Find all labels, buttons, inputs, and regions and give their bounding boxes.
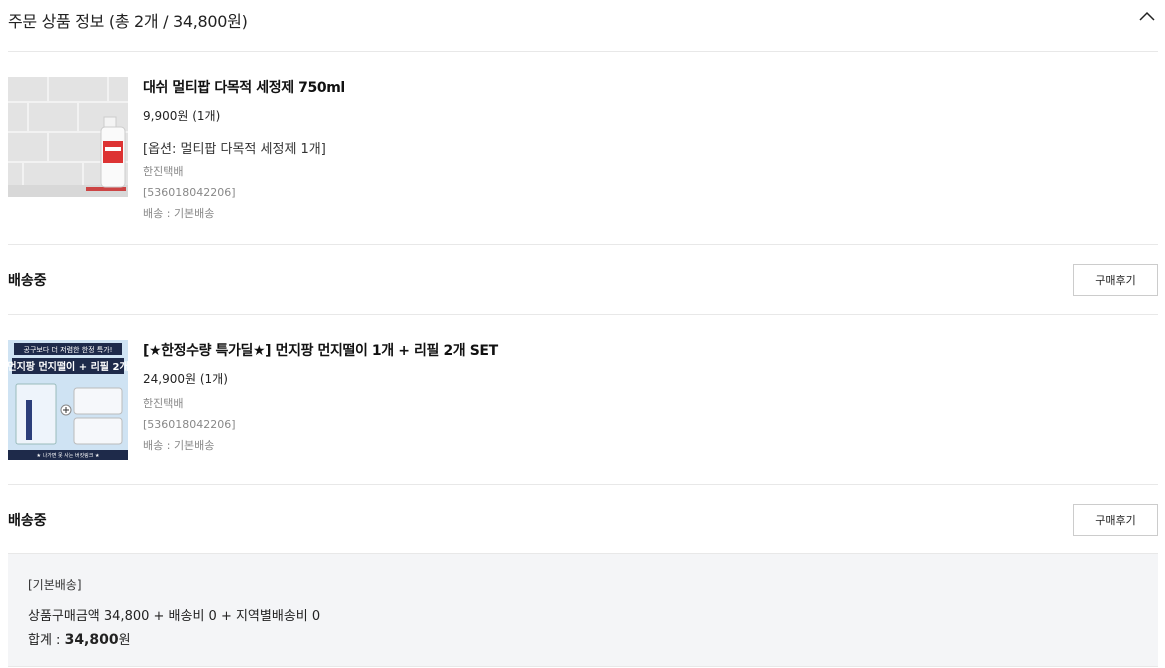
price-breakdown: 상품구매금액 34,800 + 배송비 0 + 지역별배송비 0 bbox=[28, 609, 321, 624]
total-amount: 합계 : 34,800원 bbox=[28, 629, 131, 648]
delivery-status: 배송중 bbox=[8, 273, 47, 289]
product-info: 대쉬 멀티팝 다목적 세정제 750ml 9,900원 (1개) [옵션: 멀티… bbox=[143, 77, 345, 220]
order-items-header: 주문 상품 정보 (총 2개 / 34,800원) bbox=[8, 0, 1158, 52]
chevron-up-icon[interactable] bbox=[1138, 8, 1156, 26]
courier-name: 한진택배 bbox=[143, 397, 184, 410]
thumb-footer-text: ★ 나가면 못 사는 버킷링크 ★ bbox=[37, 452, 100, 459]
product-thumbnail[interactable] bbox=[8, 77, 128, 197]
total-label: 합계 : bbox=[28, 633, 65, 648]
tracking-number[interactable]: [536018042206] bbox=[143, 418, 498, 431]
write-review-button[interactable]: 구매후기 bbox=[1073, 504, 1158, 536]
product-option: [옵션: 멀티팝 다목적 세정제 1개] bbox=[143, 142, 326, 157]
write-review-button[interactable]: 구매후기 bbox=[1073, 264, 1158, 296]
delivery-status: 배송중 bbox=[8, 513, 47, 529]
order-items-title: 주문 상품 정보 (총 2개 / 34,800원) bbox=[8, 12, 248, 31]
product-name[interactable]: [★한정수량 특가딜★] 먼지팡 먼지떨이 1개 + 리필 2개 SET bbox=[143, 340, 498, 360]
shipping-method: 배송 : 기본배송 bbox=[143, 439, 215, 452]
product-name[interactable]: 대쉬 멀티팝 다목적 세정제 750ml bbox=[143, 77, 345, 97]
total-unit: 원 bbox=[118, 633, 131, 648]
payment-summary: [기본배송] 상품구매금액 34,800 + 배송비 0 + 지역별배송비 0 … bbox=[8, 553, 1158, 667]
tracking-number[interactable]: [536018042206] bbox=[143, 186, 345, 199]
courier-name: 한진택배 bbox=[143, 165, 184, 178]
product-thumbnail[interactable]: 공구보다 더 저렴한 한정 특가! 먼지팡 먼지떨이 + 리필 2개 ★ 나가면… bbox=[8, 340, 128, 460]
product-info: [★한정수량 특가딜★] 먼지팡 먼지떨이 1개 + 리필 2개 SET 24,… bbox=[143, 340, 498, 452]
delivery-status-row: 배송중 구매후기 bbox=[8, 484, 1158, 554]
total-value: 34,800 bbox=[64, 632, 119, 648]
thumb-title-text: 먼지팡 먼지떨이 + 리필 2개 bbox=[8, 360, 128, 373]
shipping-method: 배송 : 기본배송 bbox=[143, 207, 215, 220]
thumb-banner-text: 공구보다 더 저렴한 한정 특가! bbox=[24, 345, 113, 354]
order-item: 공구보다 더 저렴한 한정 특가! 먼지팡 먼지떨이 + 리필 2개 ★ 나가면… bbox=[8, 314, 1158, 484]
product-price: 9,900원 (1개) bbox=[143, 109, 221, 123]
delivery-status-row: 배송중 구매후기 bbox=[8, 244, 1158, 314]
order-item: 대쉬 멀티팝 다목적 세정제 750ml 9,900원 (1개) [옵션: 멀티… bbox=[8, 77, 1158, 227]
shipping-type: [기본배송] bbox=[28, 578, 82, 592]
product-price: 24,900원 (1개) bbox=[143, 372, 228, 386]
